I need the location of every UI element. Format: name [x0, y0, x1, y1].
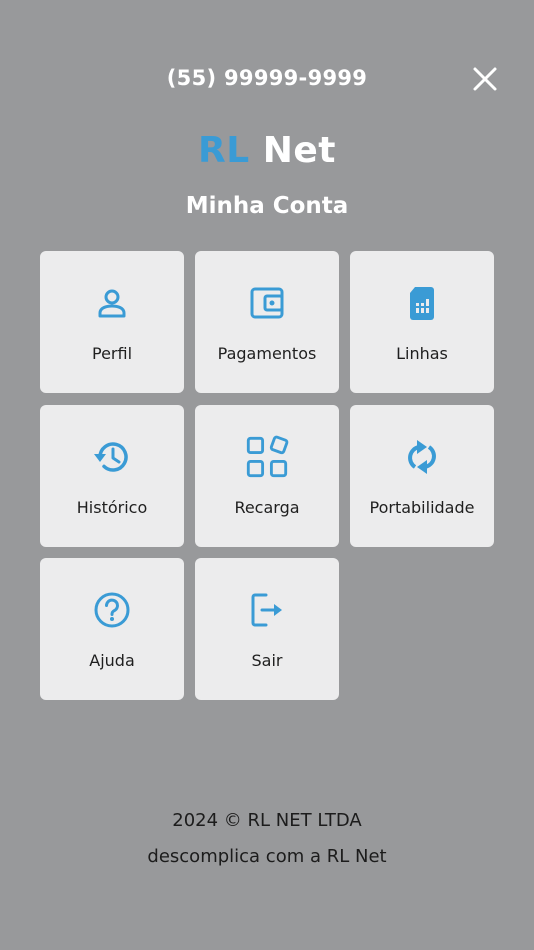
- menu-item-label: Recarga: [234, 498, 300, 517]
- menu-item-label: Pagamentos: [217, 344, 317, 363]
- brand-part-1: RL: [198, 130, 250, 171]
- menu-item-ajuda[interactable]: Ajuda: [40, 558, 184, 700]
- sim-card-icon: [410, 287, 434, 320]
- brand-logo: RL Net: [0, 130, 534, 171]
- menu-item-sair[interactable]: Sair: [195, 558, 339, 700]
- close-icon[interactable]: [470, 64, 500, 94]
- menu-item-historico[interactable]: Histórico: [40, 405, 184, 547]
- menu-item-label: Perfil: [91, 344, 133, 363]
- menu-item-pagamentos[interactable]: Pagamentos: [195, 251, 339, 393]
- menu-item-label: Linhas: [396, 344, 448, 363]
- menu-item-label: Ajuda: [89, 651, 135, 670]
- menu-item-linhas[interactable]: Linhas: [350, 251, 494, 393]
- tagline-text: descomplica com a RL Net: [147, 846, 387, 867]
- user-icon: [98, 289, 126, 318]
- menu-item-recarga[interactable]: Recarga: [195, 405, 339, 547]
- copyright-text: 2024 © RL NET LTDA: [172, 810, 362, 831]
- menu-item-perfil[interactable]: Perfil: [40, 251, 184, 393]
- menu-item-portabilidade[interactable]: Portabilidade: [350, 405, 494, 547]
- page-title: Minha Conta: [185, 193, 349, 219]
- menu-item-label: Histórico: [76, 498, 148, 517]
- history-icon: [94, 442, 128, 472]
- apps-icon: [246, 435, 289, 478]
- help-icon: [94, 592, 130, 628]
- phone-number: (55) 99999-9999: [166, 66, 368, 90]
- menu-item-label: Portabilidade: [369, 498, 475, 517]
- refresh-icon: [408, 440, 436, 474]
- brand-part-2: Net: [262, 130, 336, 171]
- menu-item-label: Sair: [251, 651, 283, 670]
- wallet-icon: [250, 287, 284, 319]
- logout-icon: [251, 593, 282, 627]
